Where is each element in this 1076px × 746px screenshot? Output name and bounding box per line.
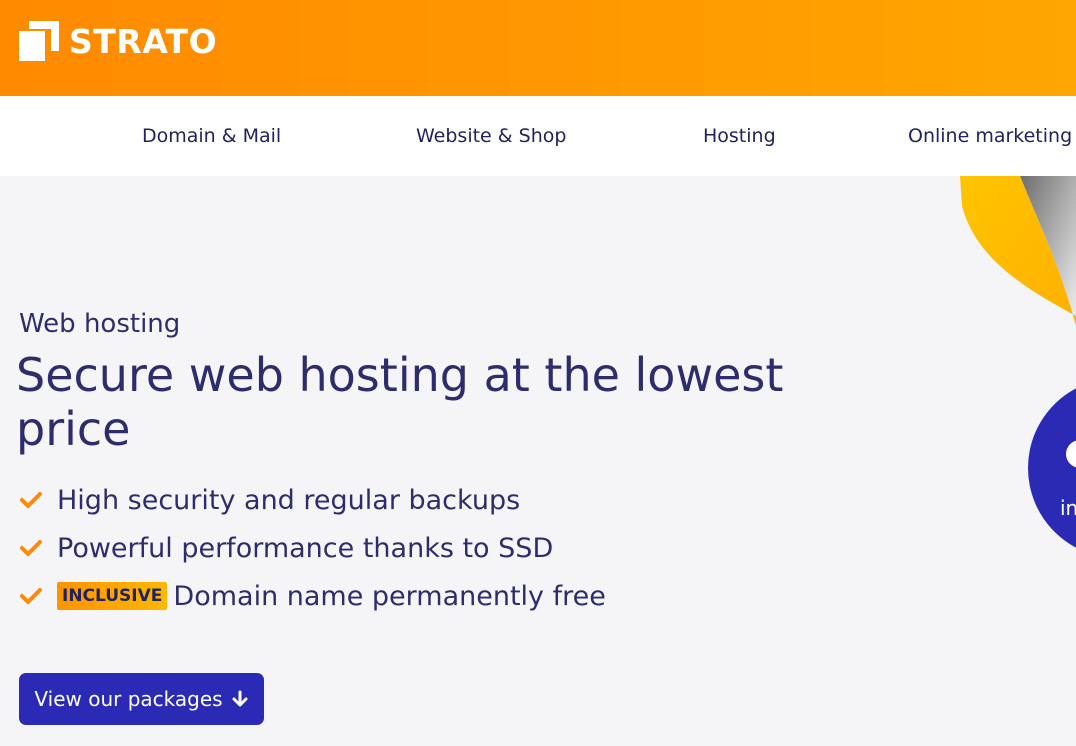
view-packages-button[interactable]: View our packages (19, 673, 264, 725)
promo-symbol-icon (1066, 440, 1076, 468)
feature-text: Domain name permanently free (173, 580, 606, 612)
promo-badge: in (1028, 378, 1076, 558)
nav-item-hosting[interactable]: Hosting (703, 96, 776, 176)
decorative-shapes (960, 176, 1076, 326)
nav-item-online-marketing[interactable]: Online marketing (908, 96, 1072, 176)
nav-item-website-shop[interactable]: Website & Shop (416, 96, 566, 176)
checkmark-icon (20, 588, 42, 604)
main-navigation: Domain & Mail Website & Shop Hosting Onl… (0, 96, 1076, 176)
arrow-down-icon (232, 690, 248, 707)
hero-headline: Secure web hosting at the lowest price (16, 348, 784, 456)
hero-section: Web hosting Secure web hosting at the lo… (0, 176, 1076, 746)
view-packages-label: View our packages (34, 687, 223, 711)
feature-list: High security and regular backups Powerf… (19, 476, 606, 620)
strato-logo-link[interactable]: STRATO (19, 20, 217, 62)
site-header: STRATO (0, 0, 1076, 96)
feature-text: High security and regular backups (57, 484, 521, 516)
feature-item: Powerful performance thanks to SSD (19, 524, 606, 572)
promo-text: in (1060, 496, 1076, 520)
strato-logo-icon (19, 21, 59, 61)
checkmark-icon (20, 492, 42, 508)
inclusive-badge: INCLUSIVE (57, 582, 168, 610)
feature-text: Powerful performance thanks to SSD (57, 532, 554, 564)
feature-item: INCLUSIVE Domain name permanently free (19, 572, 606, 620)
checkmark-icon (20, 540, 42, 556)
hero-eyebrow: Web hosting (19, 309, 181, 339)
feature-item: High security and regular backups (19, 476, 606, 524)
nav-item-domain-mail[interactable]: Domain & Mail (142, 96, 281, 176)
brand-name: STRATO (69, 21, 218, 61)
